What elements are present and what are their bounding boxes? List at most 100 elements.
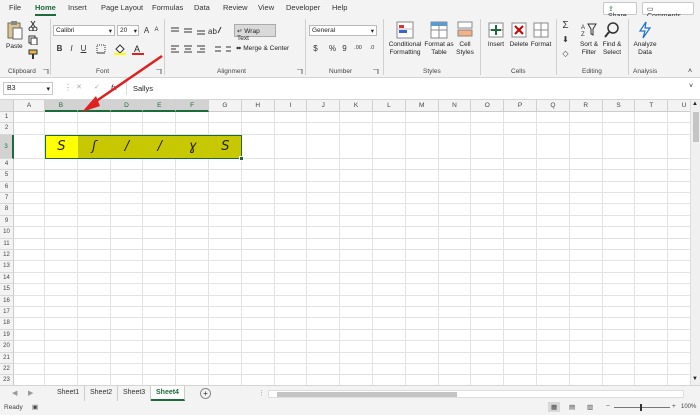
autosum-icon[interactable]: Σ	[561, 21, 570, 31]
macro-record-icon[interactable]: ▣	[32, 403, 38, 411]
column-header[interactable]: Q	[537, 100, 570, 112]
row-header[interactable]: 3	[0, 134, 14, 159]
horizontal-scrollbar[interactable]	[268, 390, 684, 398]
row-header[interactable]: 9	[0, 215, 14, 228]
currency-button[interactable]: $	[311, 44, 320, 53]
column-header[interactable]: P	[504, 100, 537, 112]
clear-icon[interactable]: ◇	[561, 49, 570, 58]
column-header[interactable]: L	[373, 100, 406, 112]
vertical-scrollbar[interactable]: ▲ ▼	[690, 100, 700, 385]
row-header[interactable]: 21	[0, 352, 14, 364]
number-format-combo[interactable]: General ▾	[309, 25, 377, 36]
sheet-tab-1[interactable]: Sheet1	[52, 386, 86, 401]
tab-help[interactable]: Help	[332, 3, 347, 12]
column-header[interactable]: N	[438, 100, 472, 112]
row-header[interactable]: 16	[0, 295, 14, 307]
row-header[interactable]: 15	[0, 284, 14, 296]
increase-decimal-button[interactable]: .00	[352, 44, 364, 53]
column-header[interactable]: S	[602, 100, 636, 112]
comma-button[interactable]: 9	[340, 44, 349, 53]
row-header[interactable]: 6	[0, 181, 14, 193]
column-header[interactable]: U	[668, 100, 690, 112]
conditional-formatting-button[interactable]: Conditional Formatting	[388, 19, 422, 65]
column-header[interactable]: T	[635, 100, 669, 112]
tab-file[interactable]: File	[9, 3, 21, 12]
row-header[interactable]: 10	[0, 227, 14, 239]
column-header[interactable]: O	[471, 100, 505, 112]
format-cells-button[interactable]: Format	[530, 19, 552, 65]
row-header[interactable]: 11	[0, 238, 14, 250]
font-size-combo[interactable]: 20 ▾	[117, 25, 139, 36]
find-select-button[interactable]: Find & Select	[600, 19, 624, 65]
horizontal-align-icons[interactable]	[170, 45, 212, 54]
row-header[interactable]: 22	[0, 364, 14, 376]
tab-data[interactable]: Data	[194, 3, 210, 12]
scroll-thumb[interactable]	[693, 112, 699, 142]
normal-view-icon[interactable]: ▦	[548, 402, 561, 412]
dialog-launcher-icon[interactable]	[43, 69, 49, 75]
fill-icon[interactable]: ⬇	[561, 35, 570, 44]
row-header[interactable]: 23	[0, 375, 14, 385]
tab-insert[interactable]: Insert	[68, 3, 87, 12]
column-header[interactable]: H	[241, 100, 275, 112]
scroll-up-icon[interactable]: ▲	[692, 101, 698, 107]
shrink-font-button[interactable]: A	[152, 26, 161, 35]
name-box[interactable]: B3 ▾	[3, 82, 53, 95]
row-header[interactable]: 17	[0, 307, 14, 319]
share-button[interactable]: ⇪ Share	[603, 2, 637, 20]
column-header[interactable]: A	[14, 100, 45, 112]
wrap-text-button[interactable]: ↵ Wrap Text	[234, 24, 276, 42]
delete-cells-button[interactable]: Delete	[508, 19, 530, 65]
cell-styles-button[interactable]: Cell Styles	[454, 19, 476, 65]
column-header[interactable]: K	[340, 100, 373, 112]
analyze-data-button[interactable]: Analyze Data	[632, 19, 658, 65]
next-sheet-icon[interactable]: ▶	[28, 389, 33, 397]
row-header[interactable]: 12	[0, 250, 14, 262]
tab-developer[interactable]: Developer	[286, 3, 320, 12]
column-header[interactable]: I	[274, 100, 308, 112]
grow-font-button[interactable]: A	[142, 26, 151, 35]
dialog-launcher-icon[interactable]	[297, 69, 303, 75]
font-name-combo[interactable]: Calibri ▾	[53, 25, 115, 36]
zoom-out-button[interactable]: −	[606, 403, 610, 410]
cut-icon[interactable]	[28, 21, 38, 31]
orientation-icon[interactable]: ab	[208, 25, 222, 35]
zoom-level[interactable]: 100%	[681, 404, 696, 410]
insert-cells-button[interactable]: Insert	[485, 19, 507, 65]
paste-button[interactable]	[6, 20, 24, 42]
select-all-corner[interactable]	[0, 100, 14, 112]
bold-button[interactable]: B	[55, 44, 64, 53]
page-break-view-icon[interactable]: ▥	[587, 403, 593, 411]
row-header[interactable]: 7	[0, 193, 14, 205]
tab-formulas[interactable]: Formulas	[152, 3, 183, 12]
row-header[interactable]: 1	[0, 112, 14, 124]
tab-page-layout[interactable]: Page Layout	[101, 3, 143, 12]
format-as-table-button[interactable]: Format as Table	[424, 19, 454, 65]
zoom-slider[interactable]	[614, 404, 670, 411]
page-layout-view-icon[interactable]: ▤	[569, 403, 575, 411]
collapse-ribbon-icon[interactable]: ˄	[688, 68, 692, 75]
tab-review[interactable]: Review	[223, 3, 248, 12]
scroll-down-icon[interactable]: ▼	[692, 376, 698, 382]
add-sheet-button[interactable]: +	[200, 388, 211, 399]
row-header[interactable]: 4	[0, 158, 14, 171]
column-header[interactable]: M	[405, 100, 439, 112]
row-header[interactable]: 14	[0, 272, 14, 285]
sort-filter-button[interactable]: AZ Sort & Filter	[578, 19, 600, 65]
column-header[interactable]: G	[209, 100, 242, 112]
worksheet-grid[interactable]: ABCDEFGHIJKLMNOPQRSTU123Sʃ//ɣS4567891011…	[0, 100, 690, 385]
formula-input[interactable]: Sallys	[126, 82, 686, 95]
zoom-slider-thumb[interactable]	[640, 404, 642, 411]
prev-sheet-icon[interactable]: ◀	[12, 389, 17, 397]
percent-button[interactable]: %	[328, 44, 337, 53]
fill-handle[interactable]	[238, 155, 244, 161]
row-header[interactable]: 20	[0, 341, 14, 353]
row-header[interactable]: 13	[0, 261, 14, 273]
row-header[interactable]: 18	[0, 318, 14, 330]
sheet-tab-2[interactable]: Sheet2	[85, 386, 119, 401]
indent-icons[interactable]	[212, 45, 232, 54]
copy-icon[interactable]	[28, 35, 38, 45]
row-header[interactable]: 5	[0, 170, 14, 182]
tab-home[interactable]: Home	[35, 3, 56, 16]
row-header[interactable]: 8	[0, 204, 14, 216]
